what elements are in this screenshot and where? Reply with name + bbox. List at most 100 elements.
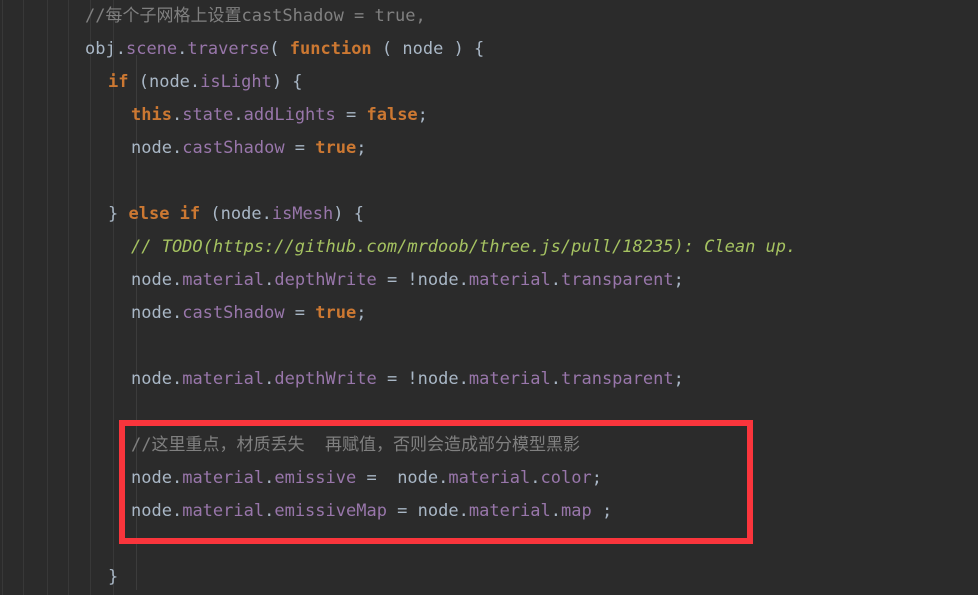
code-token-default: node [131,270,172,290]
code-token-punct: = [284,303,316,323]
code-token-keyword: this [131,105,172,125]
code-line[interactable] [0,528,978,561]
code-token-keyword: function [289,39,372,59]
code-token-field: isLight [200,72,272,92]
code-token-punct: ( [128,72,149,92]
code-token-punct: . [458,369,469,389]
code-token-keyword: true [315,303,357,323]
code-token-default: node [417,501,459,521]
code-token-default: node [131,369,172,389]
code-line[interactable]: node.material.depthWrite = !node.materia… [0,363,978,396]
code-token-punct: ) { [271,72,303,92]
code-token-punct: ( [269,39,290,59]
code-line[interactable]: //每个子网格上设置castShadow = true, [0,0,978,33]
code-line[interactable]: node.castShadow = true; [0,132,978,165]
code-line[interactable]: } [0,561,978,594]
code-token-punct: ) { [443,39,485,59]
code-token-field: state [182,105,234,125]
code-token-punct: . [550,501,561,521]
code-token-field: isMesh [271,204,334,224]
code-token-keyword: false [366,105,418,125]
code-token-punct: ; [356,303,367,323]
code-token-field: material [182,501,265,521]
code-token-default: node [131,303,172,323]
code-line[interactable]: } else if (node.isMesh) { [0,198,978,231]
code-token-punct: . [171,369,183,389]
code-line[interactable]: //这里重点，材质丢失 再赋值，否则会造成部分模型黑影 [0,429,978,462]
code-token-field: depthWrite [274,369,377,389]
code-token-punct: ( [371,39,403,59]
code-token-punct: . [171,105,183,125]
code-token-punct: . [264,468,275,488]
code-token-punct: . [261,204,272,224]
code-token-field: scene [125,39,178,59]
code-token-punct: . [264,369,275,389]
code-line[interactable] [0,165,978,198]
code-line[interactable] [0,396,978,429]
code-token-punct: ; [356,138,367,158]
code-token-default: node [417,270,459,290]
code-token-field: material [182,468,265,488]
code-line[interactable]: obj.scene.traverse( function ( node ) { [0,33,978,66]
code-line[interactable]: node.material.emissive = node.material.c… [0,462,978,495]
code-token-default: node [148,72,190,92]
code-token-default: obj [85,39,116,59]
code-token-default: node [402,39,444,59]
code-token-punct: = [386,501,418,521]
code-token-default: node [131,468,172,488]
code-token-keyword: else if [128,204,201,224]
code-token-punct: ) { [333,204,364,224]
code-line[interactable]: // TODO(https://github.com/mrdoob/three.… [0,231,978,264]
code-token-punct: ; [591,501,613,521]
code-token-field: material [448,468,531,488]
code-token-punct: . [233,105,244,125]
code-token-punct: = [335,105,367,125]
code-token-field: emissiveMap [274,501,387,521]
code-token-punct: = [284,138,316,158]
code-token-field: addLights [243,105,336,125]
code-token-punct: = ! [376,270,418,290]
code-token-default: node [220,204,262,224]
code-token-punct: . [438,468,449,488]
code-token-punct: ; [591,468,602,488]
code-token-punct: . [189,72,201,92]
code-line[interactable]: node.castShadow = true; [0,297,978,330]
code-line[interactable] [0,330,978,363]
code-token-field: material [182,270,265,290]
code-token-comment: //每个子网格上设置castShadow = true, [85,6,426,26]
code-token-punct: . [171,270,183,290]
code-token-punct: . [115,39,126,59]
code-token-punct: . [171,138,183,158]
code-token-default: node [131,138,172,158]
code-line[interactable]: node.material.depthWrite = !node.materia… [0,264,978,297]
code-token-punct: . [171,468,183,488]
code-line[interactable]: node.material.emissiveMap = node.materia… [0,495,978,528]
code-token-punct: . [171,501,183,521]
code-token-punct: = [356,468,398,488]
code-token-field: traverse [187,39,270,59]
code-token-punct: . [264,501,275,521]
code-editor-viewport[interactable]: //每个子网格上设置castShadow = true, obj.scene.tr… [0,0,978,595]
code-token-punct: = ! [376,369,418,389]
code-token-field: transparent [561,270,674,290]
code-token-field: transparent [561,369,674,389]
code-token-todo: // TODO(https://github.com/mrdoob/three.… [131,237,797,257]
code-token-comment: //这里重点，材质丢失 再赋值，否则会造成部分模型黑影 [131,435,580,455]
code-content[interactable]: //每个子网格上设置castShadow = true, obj.scene.tr… [0,0,978,595]
code-token-punct: ; [417,105,428,125]
code-token-punct: } [108,567,119,587]
code-token-punct: } [108,204,129,224]
code-token-field: material [468,501,551,521]
code-token-field: emissive [274,468,357,488]
code-token-punct: . [264,270,275,290]
code-token-field: depthWrite [274,270,377,290]
code-token-field: castShadow [182,303,285,323]
code-token-punct: . [530,468,541,488]
code-line[interactable]: if (node.isLight) { [0,66,978,99]
code-token-punct: . [550,369,561,389]
code-token-field: material [182,369,265,389]
code-token-punct: . [171,303,183,323]
code-token-punct: . [177,39,188,59]
code-token-field: material [468,270,551,290]
code-line[interactable]: this.state.addLights = false; [0,99,978,132]
